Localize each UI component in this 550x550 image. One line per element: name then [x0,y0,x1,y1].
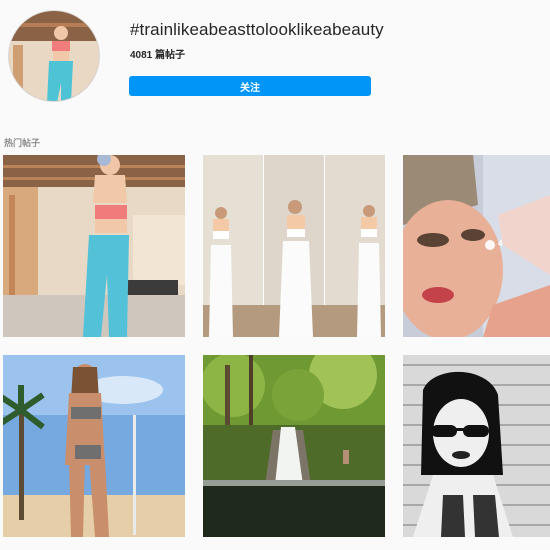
comment-bubble-icon [485,240,495,250]
hashtag-title: #trainlikeabeasttolooklikeabeauty [130,20,384,39]
post-thumbnail[interactable] [203,155,385,337]
posts-grid: 4 [0,155,550,550]
post-thumbnail[interactable] [3,355,185,537]
post-image [403,355,550,537]
post-thumbnail[interactable] [3,155,185,337]
follow-button[interactable]: 关注 [129,76,371,96]
post-thumbnail[interactable] [403,355,550,537]
post-count: 4081 篇帖子 [130,50,186,61]
post-thumbnail[interactable] [203,355,385,537]
post-image [3,155,185,337]
top-posts-label: 热门帖子 [4,138,41,148]
post-image [403,155,550,337]
post-thumbnail[interactable]: 4 [403,155,550,337]
post-image [203,355,385,537]
hashtag-header: #trainlikeabeasttolooklikeabeauty 4081 篇… [0,0,550,110]
comment-count: 4 [498,239,503,248]
hashtag-avatar [8,10,100,102]
post-image [3,355,185,537]
post-image [203,155,385,337]
